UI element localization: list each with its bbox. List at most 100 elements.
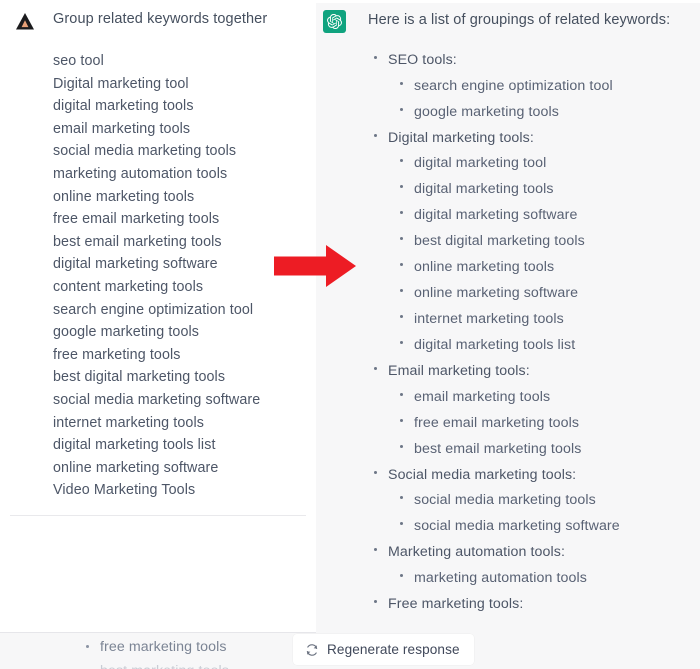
keyword-item: best digital marketing tools — [53, 369, 226, 386]
bullet-dot-icon — [400, 522, 403, 525]
assistant-message-panel: Here is a list of groupings of related k… — [316, 0, 700, 669]
keyword-group: Email marketing tools: email marketing to… — [368, 360, 690, 460]
bullet-dot-icon — [400, 81, 403, 85]
keyword-group-label: Free marketing tools: — [388, 595, 524, 612]
bullet-dot-icon — [400, 263, 403, 266]
refresh-icon — [305, 643, 319, 657]
keyword-item: social media marketing software — [53, 391, 261, 408]
keyword-item: seo tool — [53, 53, 104, 69]
keyword-group-item: email marketing tools — [388, 386, 690, 408]
keyword-item: digital marketing software — [53, 256, 218, 273]
keyword-group-item-label: marketing automation tools — [414, 569, 587, 586]
keyword-group-item: online marketing tools — [388, 256, 690, 278]
keyword-item: best email marketing tools — [53, 233, 222, 250]
keyword-group-item-label: social media marketing software — [414, 518, 620, 534]
overflow-clipped-item: best marketing tools — [100, 660, 229, 669]
keyword-item: Video Marketing Tools — [53, 482, 196, 499]
overflow-item-label: free marketing tools — [100, 639, 227, 655]
bullet-dot-icon — [374, 133, 377, 137]
keyword-group-items: email marketing tools free email marketin… — [388, 386, 690, 460]
bullet-dot-icon — [374, 470, 377, 474]
keyword-group-item-label: digital marketing tools — [414, 181, 554, 197]
keyword-item: Digital marketing tool — [53, 75, 189, 92]
bullet-dot-icon — [374, 548, 377, 551]
keyword-group-item-label: online marketing software — [414, 285, 579, 301]
keyword-group-item-label: free email marketing tools — [414, 414, 580, 431]
bullet-dot-icon — [400, 418, 403, 422]
bullet-dot-icon — [374, 367, 377, 370]
keyword-group-items: search engine optimization tool google ma… — [388, 75, 690, 123]
bullet-dot-icon — [400, 392, 403, 396]
keyword-item: internet marketing tools — [53, 414, 205, 431]
keyword-group-item: digital marketing tool — [388, 152, 690, 174]
keyword-item: free email marketing tools — [53, 211, 220, 228]
keyword-group: SEO tools: search engine optimization too… — [368, 49, 690, 123]
keyword-item: social media marketing tools — [53, 143, 237, 160]
user-message-row: Group related keywords together seo tool… — [0, 0, 316, 502]
keyword-group-item-label: digital marketing tool — [414, 155, 547, 171]
chatgpt-logo-icon — [323, 10, 346, 33]
bullet-dot-icon — [400, 185, 403, 188]
bullet-dot-icon — [400, 315, 403, 318]
screenshot-root: Group related keywords together seo tool… — [0, 0, 700, 669]
regenerate-response-button[interactable]: Regenerate response — [293, 634, 474, 665]
keyword-group: Free marketing tools: — [368, 593, 690, 615]
answer-intro: Here is a list of groupings of related k… — [368, 12, 671, 28]
keyword-group: Social media marketing tools: social medi… — [368, 464, 690, 538]
keyword-group-item: social media marketing tools — [388, 489, 690, 511]
bullet-dot-icon — [400, 289, 403, 292]
bullet-dot-icon — [86, 645, 89, 648]
keyword-group-item: best digital marketing tools — [388, 230, 690, 252]
bullet-dot-icon — [400, 573, 403, 577]
keyword-group-item-label: google marketing tools — [414, 103, 559, 120]
bullet-dot-icon — [400, 341, 403, 344]
keyword-item: google marketing tools — [53, 324, 200, 341]
keyword-item: digital marketing tools list — [53, 437, 216, 454]
bullet-dot-icon — [374, 56, 377, 59]
keyword-list: seo tool Digital marketing tool digital ma… — [53, 50, 304, 502]
keyword-group-item: digital marketing tools list — [388, 334, 690, 356]
user-message-panel: Group related keywords together seo tool… — [0, 0, 316, 633]
keyword-group-item-label: search engine optimization tool — [414, 77, 613, 94]
keyword-group-item-label: digital marketing tools list — [414, 337, 576, 353]
keyword-item: search engine optimization tool — [53, 301, 254, 318]
keyword-group-item: internet marketing tools — [388, 308, 690, 330]
keyword-group-label: Marketing automation tools: — [388, 544, 565, 560]
claude-triangle-icon — [14, 10, 36, 32]
keyword-group-items: social media marketing tools social media… — [388, 489, 690, 537]
bullet-dot-icon — [400, 159, 403, 162]
keyword-group-item: online marketing software — [388, 282, 690, 304]
keyword-group-item: digital marketing tools — [388, 178, 690, 200]
bullet-dot-icon — [400, 107, 403, 111]
keyword-group-item-label: online marketing tools — [414, 259, 555, 275]
assistant-message-row: Here is a list of groupings of related k… — [316, 3, 700, 618]
keyword-group-item-label: internet marketing tools — [414, 311, 564, 327]
keyword-group-label: Digital marketing tools: — [388, 129, 534, 146]
keyword-group-item: search engine optimization tool — [388, 75, 690, 97]
keyword-group-item-label: social media marketing tools — [414, 492, 596, 508]
keyword-group-item-label: best email marketing tools — [414, 440, 582, 457]
keyword-item: marketing automation tools — [53, 165, 228, 182]
keyword-group-item-label: digital marketing software — [414, 207, 578, 223]
bullet-dot-icon — [400, 444, 403, 448]
keyword-group-item: google marketing tools — [388, 101, 690, 123]
keyword-group: Marketing automation tools: marketing aut… — [368, 541, 690, 589]
grouped-keywords-list: SEO tools: search engine optimization too… — [368, 49, 690, 615]
bullet-dot-icon — [400, 237, 403, 240]
keyword-group-item: free email marketing tools — [388, 412, 690, 434]
overflow-list-item: free marketing tools — [78, 636, 227, 658]
keyword-group-items: marketing automation tools — [388, 567, 690, 589]
keyword-item: content marketing tools — [53, 278, 204, 295]
keyword-group-label: SEO tools: — [388, 52, 457, 68]
keyword-group-label: Social media marketing tools: — [388, 466, 577, 483]
keyword-group-item: best email marketing tools — [388, 438, 690, 460]
bullet-dot-icon — [374, 599, 377, 603]
keyword-group-item: digital marketing software — [388, 204, 690, 226]
keyword-group-item-label: best digital marketing tools — [414, 233, 585, 249]
keyword-group-items: digital marketing tool digital marketing … — [388, 152, 690, 356]
bullet-dot-icon — [400, 496, 403, 499]
message-divider — [10, 515, 306, 516]
keyword-group-item-label: email marketing tools — [414, 388, 551, 405]
keyword-item: email marketing tools — [53, 120, 191, 137]
assistant-text-column: Here is a list of groupings of related k… — [368, 10, 690, 618]
